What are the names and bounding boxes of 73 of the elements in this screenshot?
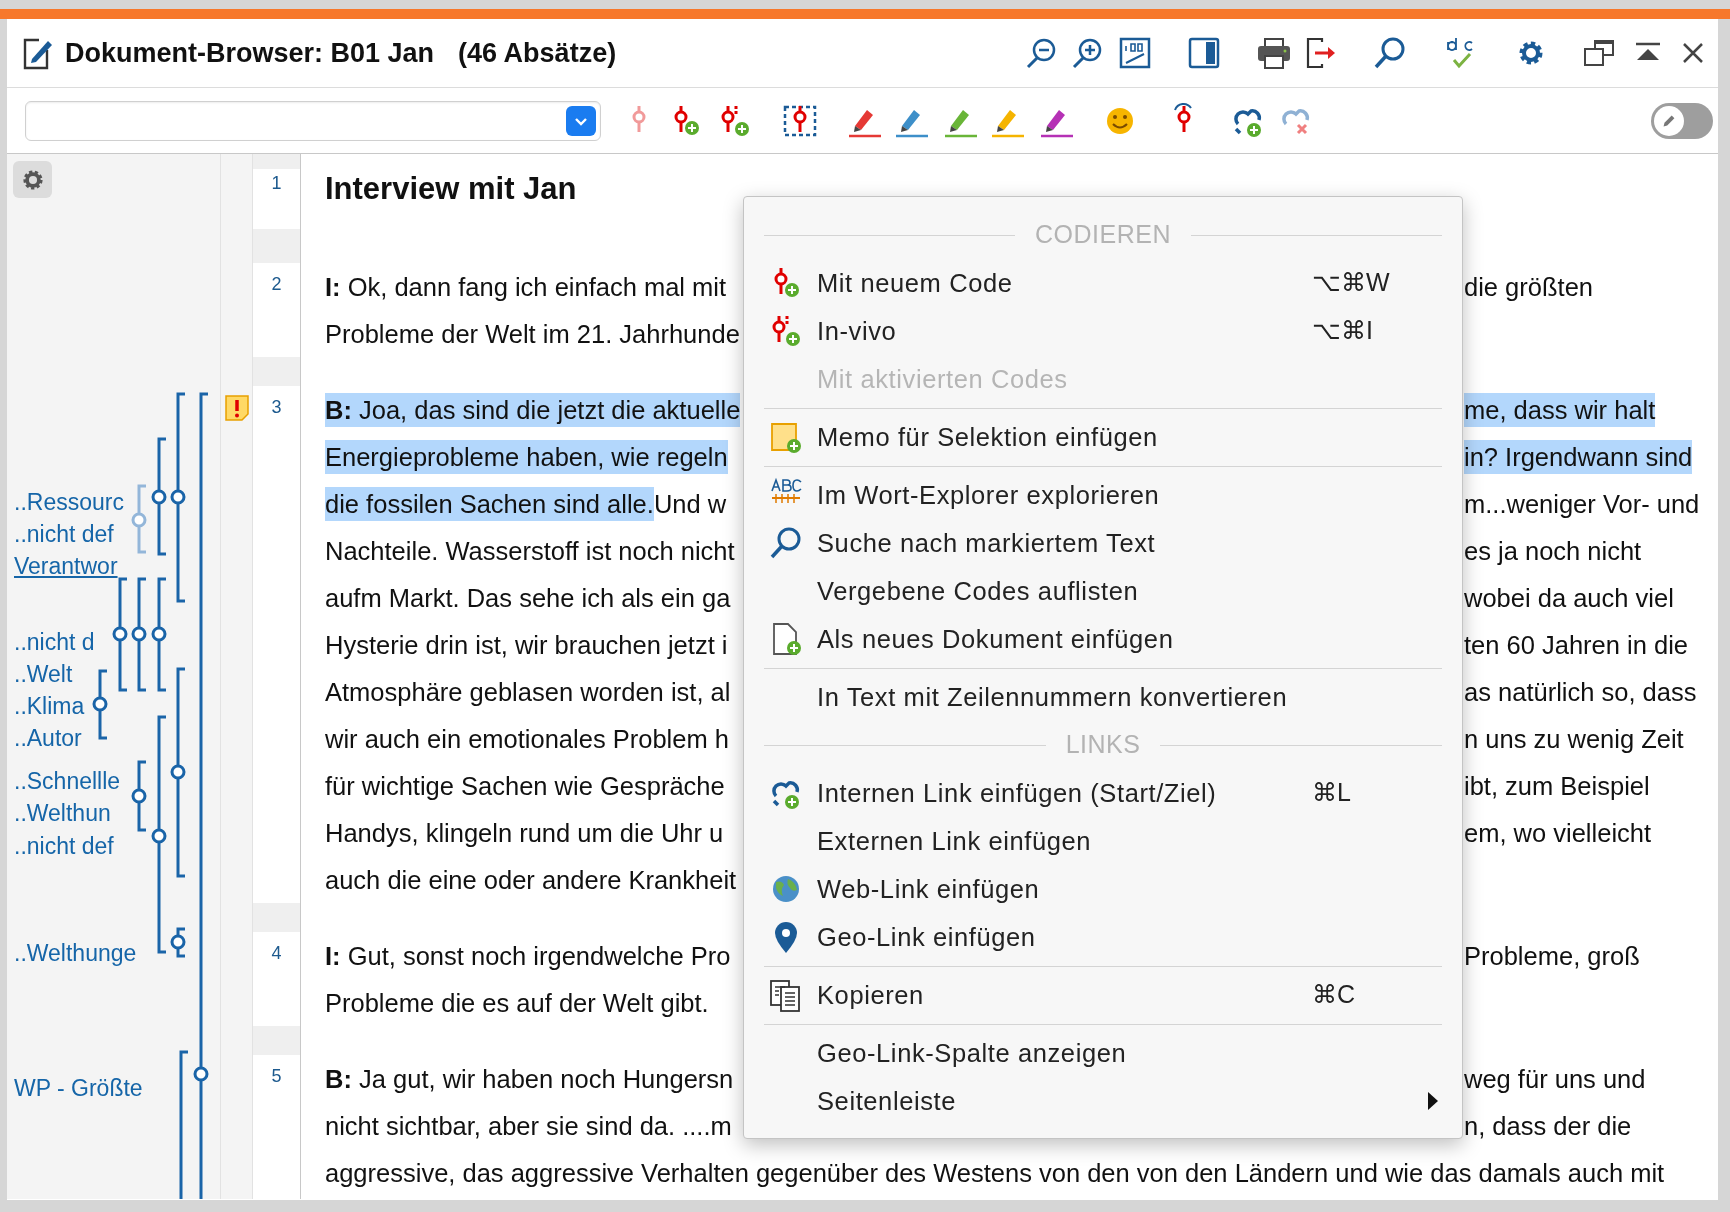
- menu-item[interactable]: Seitenleiste: [744, 1077, 1462, 1125]
- code-label[interactable]: ..Autor: [14, 725, 82, 751]
- edit-mode-toggle[interactable]: [1651, 102, 1713, 139]
- paragraph-gap-cell: [253, 357, 301, 386]
- text-line: n, dass der die: [1464, 1110, 1632, 1142]
- window-title: Dokument-Browser: B01 Jan: [65, 36, 435, 70]
- text-line: wobei da auch viel: [1464, 582, 1674, 614]
- menu-item[interactable]: Web-Link einfügen: [744, 865, 1462, 913]
- text-line: em, wo vielleicht: [1464, 817, 1652, 849]
- text-line: B: Ja gut, wir haben noch Hungersn: [325, 1063, 734, 1095]
- code-label[interactable]: ..Schnellle: [14, 768, 121, 794]
- menu-item[interactable]: Vergebene Codes auflisten: [744, 567, 1462, 615]
- paragraph-gap-cell: [253, 1026, 301, 1055]
- text-line: aufm Markt. Das sehe ich als ein ga: [325, 582, 731, 614]
- menu-section-heading: CODIEREN: [1035, 219, 1171, 251]
- memo-warning-icon[interactable]: [223, 394, 250, 422]
- code-dropdown[interactable]: [25, 100, 601, 141]
- text-line: ten 60 Jahren in die: [1464, 629, 1688, 661]
- text-line: Und w: [653, 488, 727, 520]
- text-line: es ja noch nicht: [1464, 535, 1642, 567]
- text-line: as natürlich so, dass: [1464, 676, 1697, 708]
- text-line: nicht sichtbar, aber sie sind da. ....m: [325, 1110, 732, 1142]
- text-line: m...weniger Vor- und: [1464, 488, 1700, 520]
- menu-item[interactable]: Als neues Dokument einfügen: [744, 615, 1462, 663]
- text-line: wir auch ein emotionales Problem h: [325, 723, 729, 755]
- text-line: I: Gut, sonst noch irgendwelche Pro: [325, 940, 731, 972]
- paragraph-count: (46 Absätze): [458, 36, 617, 70]
- menu-item[interactable]: In Text mit Zeilennummern konvertieren: [744, 673, 1462, 721]
- code-label[interactable]: ..nicht def: [14, 833, 114, 859]
- code-label[interactable]: ..Welthun: [14, 800, 111, 826]
- highlighted-text: B: Joa, das sind die jetzt die aktuelle: [325, 392, 741, 427]
- text-line: Probleme, groß: [1464, 940, 1640, 972]
- text-line: n uns zu wenig Zeit: [1464, 723, 1684, 755]
- menu-item[interactable]: Memo für Selektion einfügen: [744, 413, 1462, 461]
- text-line: Nachteile. Wasserstoff ist noch nicht: [325, 535, 735, 567]
- code-label[interactable]: ..Klima: [14, 693, 85, 719]
- settings-button[interactable]: [13, 161, 52, 198]
- menu-item[interactable]: Suche nach markiertem Text: [744, 519, 1462, 567]
- highlighted-text: in? Irgendwann sind: [1464, 439, 1693, 474]
- text-line: ibt, zum Beispiel: [1464, 770, 1650, 802]
- menu-item[interactable]: Im Wort-Explorer explorieren: [744, 471, 1462, 519]
- text-line: Atmosphäre geblasen worden ist, al: [325, 676, 731, 708]
- highlighted-text: Energieprobleme haben, wie regeln: [325, 439, 728, 474]
- menu-item[interactable]: Internen Link einfügen (Start/Ziel) ⌘L: [744, 769, 1462, 817]
- menu-item[interactable]: Mit neuem Code ⌥⌘W: [744, 259, 1462, 307]
- code-label[interactable]: ..Ressourc: [14, 489, 124, 515]
- text-line: Probleme der Welt im 21. Jahrhunde: [325, 318, 740, 350]
- text-line: die größten: [1464, 271, 1593, 303]
- highlighted-text: die fossilen Sachen sind alle.: [325, 486, 654, 521]
- text-line: I: Ok, dann fang ich einfach mal mit: [325, 271, 727, 303]
- paragraph-gap-cell: [253, 903, 301, 932]
- menu-item[interactable]: In-vivo ⌥⌘I: [744, 307, 1462, 355]
- text-line: Handys, klingeln rund um die Uhr u: [325, 817, 724, 849]
- document-heading: Interview mit Jan: [325, 170, 577, 208]
- menu-item[interactable]: Externen Link einfügen: [744, 817, 1462, 865]
- code-label[interactable]: Verantwor: [14, 553, 118, 579]
- text-line: Probleme die es auf der Welt gibt.: [325, 987, 709, 1019]
- paragraph-gap-cell: [253, 229, 301, 263]
- text-line: auch die eine oder andere Krankheit: [325, 864, 737, 896]
- menu-item[interactable]: Geo-Link einfügen: [744, 913, 1462, 961]
- text-line: für wichtige Sachen wie Gespräche: [325, 770, 725, 802]
- menu-item[interactable]: Geo-Link-Spalte anzeigen: [744, 1029, 1462, 1077]
- highlighted-text: me, dass wir halt: [1464, 392, 1656, 427]
- code-label[interactable]: ..Welt: [14, 661, 73, 687]
- code-label[interactable]: ..Welthunge: [14, 940, 137, 966]
- code-label[interactable]: WP - Größte: [14, 1075, 143, 1101]
- text-line: weg für uns und: [1464, 1063, 1646, 1095]
- text-line: aggressive, das aggressive Verhalten gegenüber des Westens von den von den Ländern und wie das damals auch mit: [325, 1157, 1665, 1189]
- code-label[interactable]: ..nicht def: [14, 521, 114, 547]
- menu-section-heading: LINKS: [1065, 729, 1141, 761]
- code-label[interactable]: ..nicht d: [14, 629, 95, 655]
- text-line: Hysterie drin ist, wir brauchen jetzt i: [325, 629, 728, 661]
- menu-item[interactable]: Kopieren ⌘C: [744, 971, 1462, 1019]
